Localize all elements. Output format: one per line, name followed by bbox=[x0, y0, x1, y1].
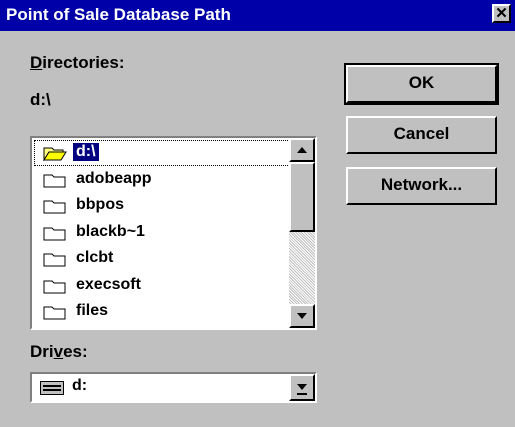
drive-icon bbox=[40, 381, 64, 395]
directory-name: adobeapp bbox=[76, 169, 152, 187]
drives-dropdown-button[interactable] bbox=[289, 374, 315, 401]
up-arrow-icon bbox=[297, 147, 307, 153]
directories-label: Directories: bbox=[30, 53, 125, 72]
directory-list-item[interactable]: clcbt bbox=[35, 247, 289, 271]
directory-name: blackb~1 bbox=[76, 222, 145, 240]
scroll-down-button[interactable] bbox=[289, 304, 315, 328]
directory-list-item[interactable]: blackb~1 bbox=[35, 221, 289, 245]
directory-list-item[interactable]: execsoft bbox=[35, 274, 289, 298]
dialog-title: Point of Sale Database Path bbox=[6, 5, 231, 24]
network-button[interactable]: Network... bbox=[346, 167, 497, 205]
dropdown-underline bbox=[297, 393, 307, 395]
directory-name: d:\ bbox=[73, 143, 99, 161]
directory-list-items: d:\ adobeapp bbpos blackb~1 clcbt execsoft fil… bbox=[32, 138, 292, 328]
directory-name: files bbox=[76, 302, 109, 319]
title-bar[interactable]: Point of Sale Database Path ✕ bbox=[0, 0, 515, 31]
directory-list-item[interactable]: bbpos bbox=[35, 194, 289, 218]
close-button[interactable]: ✕ bbox=[492, 4, 511, 23]
directory-list-item[interactable]: adobeapp bbox=[35, 168, 289, 192]
cancel-button[interactable]: Cancel bbox=[346, 116, 497, 154]
drives-label: Drives: bbox=[30, 342, 88, 361]
database-path-dialog: Point of Sale Database Path ✕ Directorie… bbox=[0, 0, 515, 427]
drives-selected-value: d: bbox=[72, 377, 88, 394]
directory-list-scrollbar[interactable] bbox=[289, 138, 315, 328]
scroll-up-button[interactable] bbox=[289, 138, 315, 162]
directory-list[interactable]: d:\ adobeapp bbpos blackb~1 clcbt execsoft fil… bbox=[30, 136, 317, 330]
ok-button[interactable]: OK bbox=[344, 63, 499, 105]
chevron-down-icon bbox=[297, 384, 307, 390]
directory-name: clcbt bbox=[76, 249, 114, 266]
directory-list-item[interactable]: files bbox=[35, 300, 289, 324]
directory-list-item[interactable]: d:\ bbox=[34, 140, 290, 166]
drives-select[interactable]: d: bbox=[30, 372, 317, 403]
directory-name: execsoft bbox=[76, 275, 141, 293]
close-icon: ✕ bbox=[495, 5, 508, 22]
current-path: d:\ bbox=[30, 90, 51, 109]
down-arrow-icon bbox=[297, 313, 307, 319]
directory-name: bbpos bbox=[76, 196, 124, 213]
scroll-thumb[interactable] bbox=[289, 162, 315, 232]
